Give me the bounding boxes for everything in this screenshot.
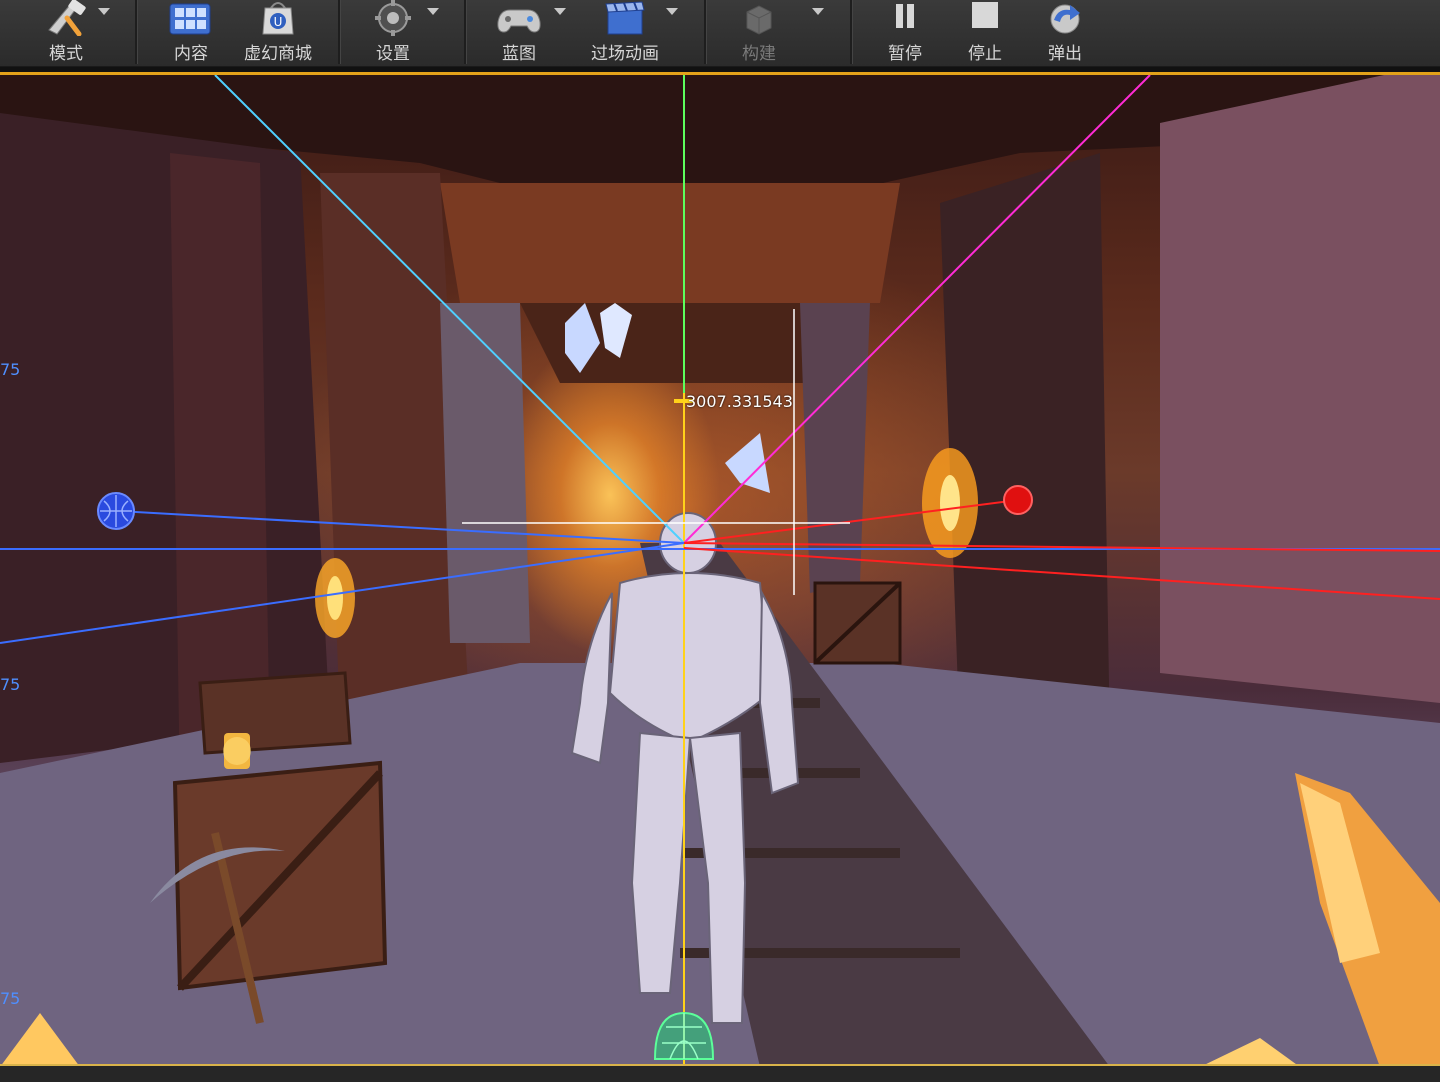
cinematics-button[interactable]: 过场动画 <box>584 0 666 66</box>
wooden-crate <box>198 671 352 755</box>
marketplace-label: 虚幻商城 <box>244 44 312 64</box>
stop-label: 停止 <box>968 44 1002 64</box>
settings-button[interactable]: 设置 <box>360 0 426 66</box>
level-viewport[interactable]: 3007.331543 75 75 75 <box>0 72 1440 1067</box>
stop-button[interactable]: 停止 <box>952 0 1018 66</box>
content-label: 内容 <box>174 44 208 64</box>
modes-button[interactable]: 模式 <box>30 0 102 66</box>
marketplace-icon: U <box>251 0 305 36</box>
stop-icon <box>958 0 1012 36</box>
editor-toolbar: 模式 内容 U 虚幻商城 设置 蓝图 过场动画 构建 暂停 停止 弹出 <box>0 0 1440 67</box>
cinematics-icon <box>598 0 652 36</box>
eject-label: 弹出 <box>1048 44 1082 64</box>
cinematics-dropdown-caret[interactable] <box>666 8 678 15</box>
right-post <box>940 153 1110 743</box>
build-icon <box>732 0 786 36</box>
pause-label: 暂停 <box>888 44 922 64</box>
grid-label: 75 <box>0 360 21 379</box>
eject-button[interactable]: 弹出 <box>1032 0 1098 66</box>
pause-icon <box>878 0 932 36</box>
wooden-crate <box>172 760 388 991</box>
toolbar-separator <box>850 0 853 64</box>
pause-button[interactable]: 暂停 <box>872 0 938 66</box>
wooden-crate <box>813 581 902 665</box>
blueprints-dropdown-caret[interactable] <box>554 8 566 15</box>
left-stone-wall <box>440 303 530 643</box>
build-button[interactable]: 构建 <box>726 0 792 66</box>
settings-label: 设置 <box>376 44 410 64</box>
blueprints-label: 蓝图 <box>502 44 536 64</box>
content-button[interactable]: 内容 <box>158 0 224 66</box>
settings-dropdown-caret[interactable] <box>427 8 439 15</box>
lantern <box>223 733 251 769</box>
viewport-bottom-border <box>0 1064 1440 1082</box>
ceiling-planks <box>440 183 900 303</box>
svg-text:U: U <box>274 15 283 29</box>
content-browser-icon <box>164 0 218 36</box>
wall-torch <box>922 448 978 558</box>
right-stone-wall <box>1160 75 1440 703</box>
cinematics-label: 过场动画 <box>591 44 659 64</box>
marketplace-button[interactable]: U 虚幻商城 <box>236 0 320 66</box>
left-wooden-beam <box>0 113 330 763</box>
toolbar-separator <box>338 0 341 64</box>
settings-icon <box>366 0 420 36</box>
modes-label: 模式 <box>49 44 83 64</box>
blueprints-button[interactable]: 蓝图 <box>486 0 552 66</box>
viewport-scene <box>0 75 1440 1067</box>
grid-label: 75 <box>0 675 21 694</box>
build-dropdown-caret[interactable] <box>812 8 824 15</box>
modes-icon <box>39 0 93 36</box>
toolbar-separator <box>704 0 707 64</box>
toolbar-separator <box>135 0 138 64</box>
eject-icon <box>1038 0 1092 36</box>
build-label: 构建 <box>742 44 776 64</box>
modes-dropdown-caret[interactable] <box>98 8 110 15</box>
wall-torch <box>315 558 355 638</box>
blueprint-icon <box>492 0 546 36</box>
grid-label: 75 <box>0 989 21 1008</box>
distance-readout: 3007.331543 <box>686 392 793 411</box>
debug-sphere-blue <box>97 492 135 530</box>
debug-sphere-red <box>1003 485 1033 515</box>
toolbar-separator <box>464 0 467 64</box>
